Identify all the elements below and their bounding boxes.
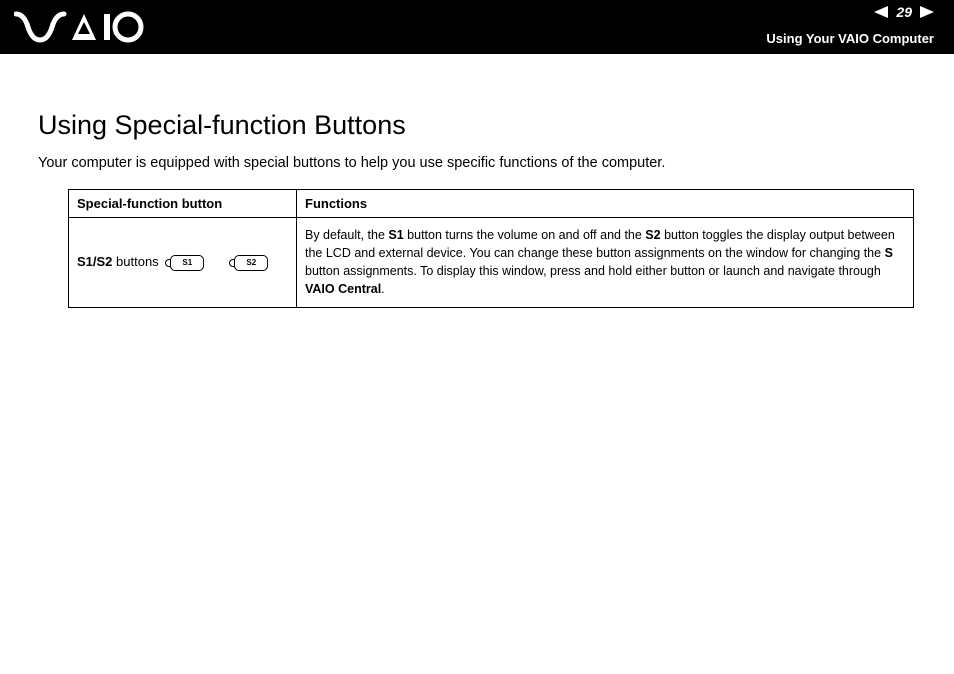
next-page-arrow-icon[interactable] (920, 6, 934, 18)
page-heading: Using Special-function Buttons (38, 110, 916, 141)
cell-function-desc: By default, the S1 button turns the volu… (297, 218, 914, 308)
function-table: Special-function button Functions S1/S2 … (68, 189, 914, 308)
page-content: Using Special-function Buttons Your comp… (0, 54, 954, 308)
text-fragment: By default, the (305, 228, 388, 242)
intro-paragraph: Your computer is equipped with special b… (38, 155, 916, 171)
text-bold: S2 (645, 228, 660, 242)
function-text: By default, the S1 button turns the volu… (305, 226, 905, 299)
table-row: S1/S2 buttons S1 S2 By default, the S1 b… (69, 218, 914, 308)
text-bold: S1 (388, 228, 403, 242)
header-bar: 29 Using Your VAIO Computer (0, 0, 954, 54)
page-navigator: 29 (874, 4, 934, 20)
cell-button-name: S1/S2 buttons S1 S2 (69, 218, 297, 308)
text-fragment: . (381, 282, 384, 296)
key-icons: S1 S2 (170, 255, 268, 271)
s2-key-icon: S2 (234, 255, 268, 271)
text-fragment: button assignments. To display this wind… (305, 264, 881, 278)
prev-page-arrow-icon[interactable] (874, 6, 888, 18)
button-label-rest: buttons (112, 254, 158, 269)
table-header-row: Special-function button Functions (69, 190, 914, 218)
button-label-bold: S1/S2 (77, 254, 112, 269)
text-fragment: button turns the volume on and off and t… (404, 228, 646, 242)
s1-key-icon: S1 (170, 255, 204, 271)
col-header-functions: Functions (297, 190, 914, 218)
text-bold: S (885, 246, 893, 260)
section-name: Using Your VAIO Computer (766, 31, 934, 46)
text-bold: VAIO Central (305, 282, 381, 296)
vaio-logo (14, 10, 144, 44)
page-number: 29 (896, 4, 912, 20)
col-header-button: Special-function button (69, 190, 297, 218)
